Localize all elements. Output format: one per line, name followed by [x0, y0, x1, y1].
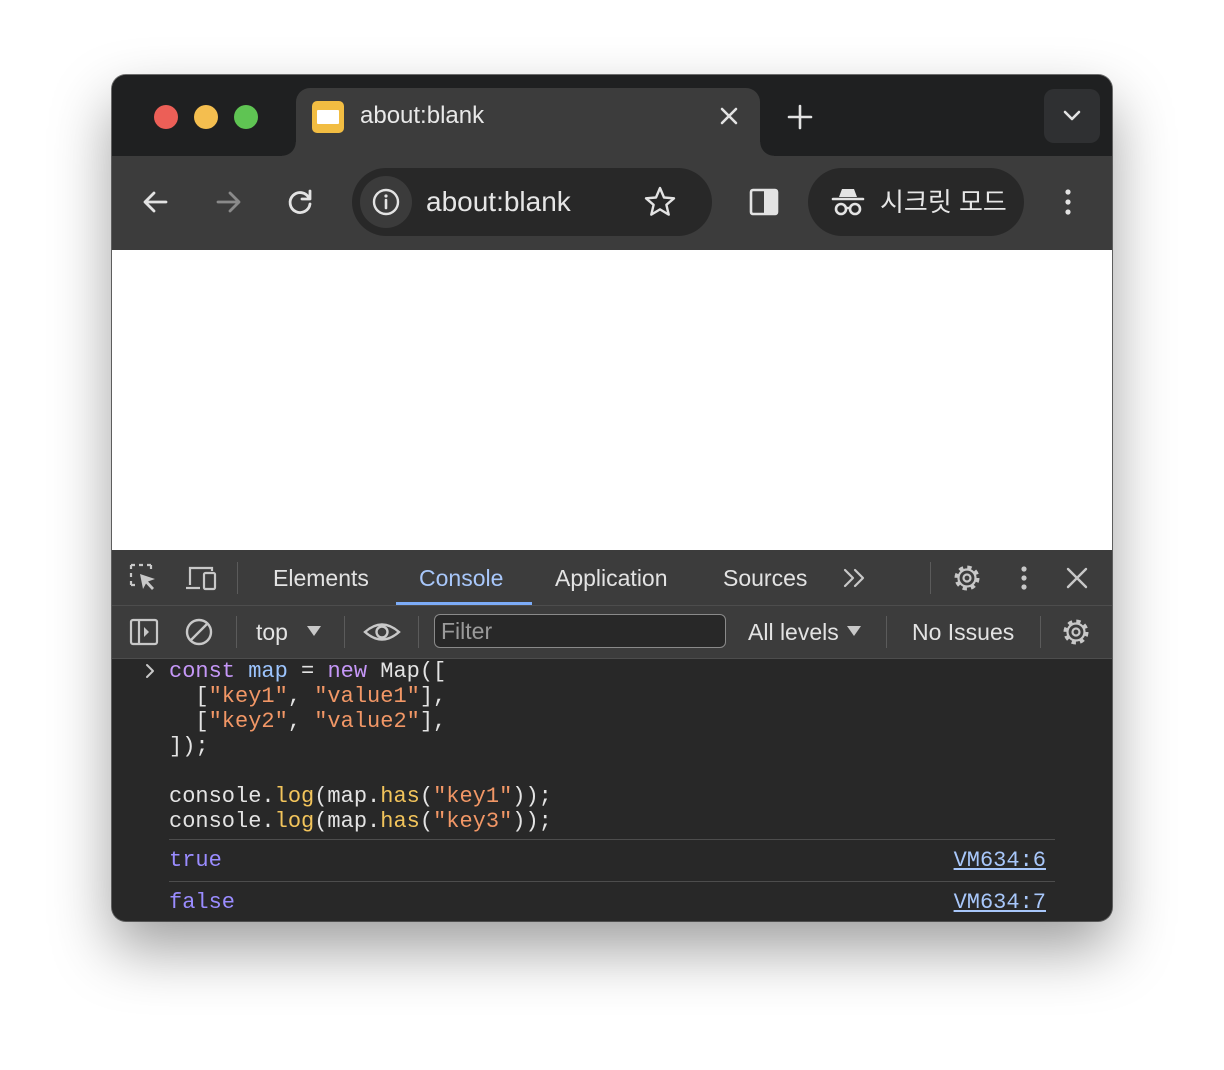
- sidebar-toggle-icon[interactable]: [128, 616, 160, 648]
- url-text: about:blank: [426, 186, 571, 217]
- divider: [344, 616, 345, 648]
- active-tab-indicator: [396, 602, 532, 605]
- code-line: ["key1", "value1"],: [169, 684, 447, 709]
- log-levels-selector[interactable]: All levels: [748, 618, 839, 646]
- divider: [169, 881, 1055, 882]
- devtools-menu-icon[interactable]: [1008, 561, 1040, 595]
- code-line: console.log(map.has("key3"));: [169, 809, 552, 834]
- devtools-panel: Elements Console Application Sources top…: [112, 550, 1112, 921]
- divider: [1040, 616, 1041, 648]
- live-expression-eye-icon[interactable]: [362, 615, 402, 649]
- maximize-window-button[interactable]: [234, 105, 258, 129]
- console-settings-gear-icon[interactable]: [1059, 615, 1093, 649]
- source-link[interactable]: VM634:6: [954, 848, 1046, 873]
- close-icon[interactable]: [714, 101, 744, 131]
- clear-console-icon[interactable]: [183, 616, 215, 648]
- console-toolbar: top All levels No Issues: [112, 606, 1112, 659]
- address-bar[interactable]: about:blank: [352, 168, 712, 236]
- forward-arrow-icon[interactable]: [206, 180, 250, 224]
- chevron-down-icon: [1063, 110, 1081, 121]
- more-tabs-chevron-icon[interactable]: [840, 564, 870, 592]
- dropdown-arrow-icon[interactable]: [306, 624, 322, 638]
- code-line: const map = new Map([: [169, 659, 447, 684]
- tab-elements[interactable]: Elements: [273, 564, 369, 592]
- context-selector[interactable]: top: [256, 618, 288, 646]
- tab-sources[interactable]: Sources: [723, 564, 807, 592]
- close-window-button[interactable]: [154, 105, 178, 129]
- tab-title: about:blank: [360, 102, 485, 129]
- more-menu-icon[interactable]: [1046, 180, 1090, 224]
- input-chevron-icon: [146, 664, 154, 678]
- console-input-code: const map = new Map([ ["key1", "value1"]…: [169, 659, 552, 834]
- filter-input[interactable]: [441, 618, 711, 644]
- site-info-button[interactable]: [360, 176, 412, 228]
- divider: [169, 839, 1055, 840]
- console-result-value: false: [169, 890, 236, 915]
- back-arrow-icon[interactable]: [134, 180, 178, 224]
- incognito-mode-button[interactable]: 시크릿 모드: [808, 168, 1024, 236]
- issues-counter[interactable]: No Issues: [912, 618, 1014, 646]
- dropdown-arrow-icon[interactable]: [846, 624, 862, 638]
- tab-search-button[interactable]: [1044, 89, 1100, 143]
- settings-gear-icon[interactable]: [950, 561, 984, 595]
- page-favicon-icon: [312, 101, 344, 133]
- tab-about-blank[interactable]: about:blank: [282, 88, 774, 156]
- code-line: console.log(map.has("key1"));: [169, 784, 552, 809]
- minimize-window-button[interactable]: [194, 105, 218, 129]
- devtools-tab-bar: Elements Console Application Sources: [112, 550, 1112, 606]
- browser-window: about:blank about:blank 시크릿 모드 Elements …: [112, 75, 1112, 921]
- divider: [237, 562, 238, 594]
- console-result-value: true: [169, 848, 222, 873]
- divider: [418, 616, 419, 648]
- source-link[interactable]: VM634:7: [954, 890, 1046, 915]
- filter-field[interactable]: [434, 614, 726, 648]
- incognito-label: 시크릿 모드: [880, 187, 1007, 217]
- reload-icon[interactable]: [278, 180, 322, 224]
- page-viewport[interactable]: [112, 250, 1112, 550]
- browser-toolbar: about:blank 시크릿 모드: [112, 156, 1112, 250]
- divider: [930, 562, 931, 594]
- tab-application[interactable]: Application: [555, 564, 668, 592]
- new-tab-plus-icon[interactable]: [782, 99, 818, 135]
- info-icon: [372, 188, 400, 216]
- bookmark-star-icon[interactable]: [642, 184, 678, 220]
- inspect-element-icon[interactable]: [128, 562, 160, 594]
- close-devtools-icon[interactable]: [1060, 561, 1094, 595]
- code-line: ]);: [169, 734, 209, 759]
- divider: [886, 616, 887, 648]
- console-output[interactable]: const map = new Map([ ["key1", "value1"]…: [112, 659, 1112, 921]
- side-panel-icon[interactable]: [742, 180, 786, 224]
- incognito-icon: [831, 189, 865, 216]
- tab-strip: about:blank: [112, 75, 1112, 156]
- tab-console[interactable]: Console: [419, 564, 503, 592]
- divider: [236, 616, 237, 648]
- device-toolbar-icon[interactable]: [184, 562, 218, 594]
- code-line: ["key2", "value2"],: [169, 709, 447, 734]
